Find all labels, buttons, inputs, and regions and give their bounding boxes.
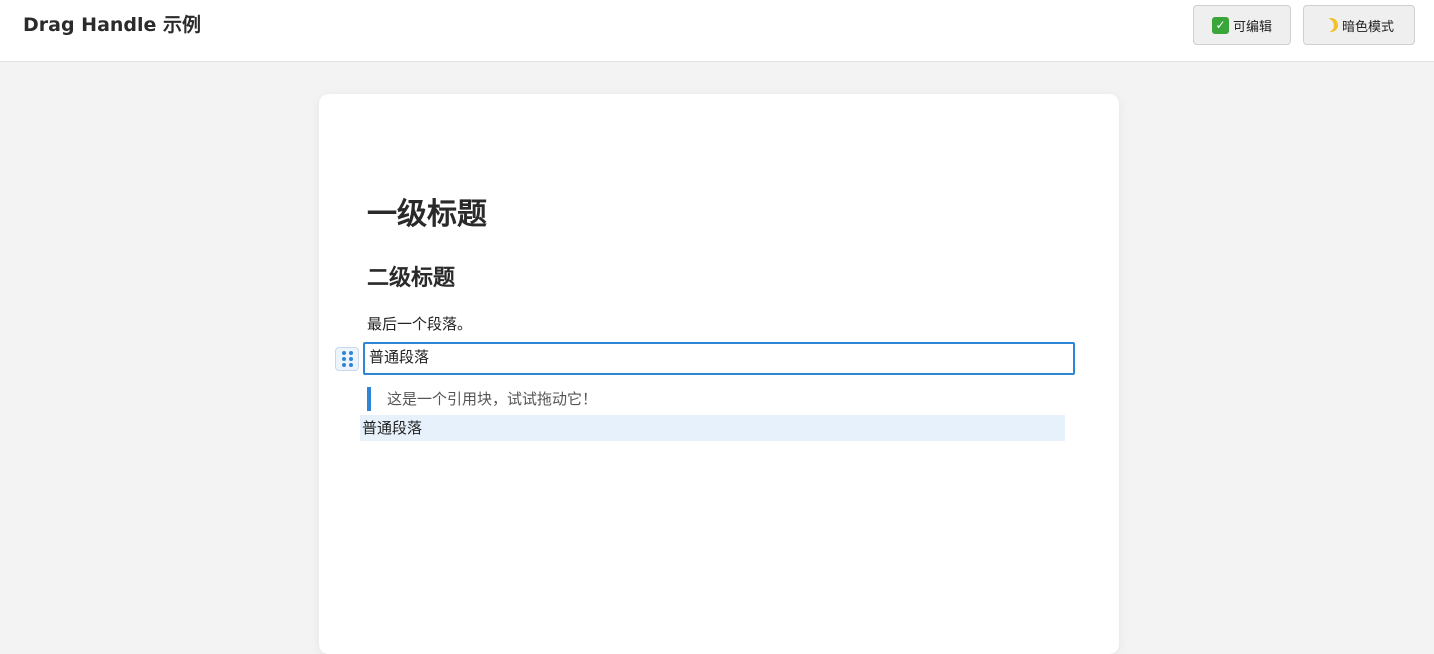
drag-preview: 普通段落 <box>360 415 1065 441</box>
app-title: Drag Handle 示例 <box>23 14 202 36</box>
checkmark-icon: ✓ <box>1211 16 1229 34</box>
drag-handle-icon[interactable] <box>335 347 359 371</box>
editable-toggle-label: 可编辑 <box>1232 19 1272 35</box>
dark-mode-button[interactable]: 暗色模式 <box>1303 5 1415 45</box>
paragraph[interactable]: 最后一个段落。 <box>367 313 472 335</box>
moon-icon <box>1322 16 1340 34</box>
heading-2[interactable]: 二级标题 <box>367 264 455 294</box>
focused-paragraph-block[interactable]: 普通段落 <box>363 342 1075 375</box>
editor-card: 一级标题 二级标题 最后一个段落。 普通段落 这是一个引用块，试试拖动它！ 普通… <box>319 94 1119 654</box>
heading-1[interactable]: 一级标题 <box>367 194 487 236</box>
dark-mode-label: 暗色模式 <box>1341 19 1394 35</box>
blockquote[interactable]: 这是一个引用块，试试拖动它！ <box>367 387 597 411</box>
top-bar: Drag Handle 示例 ✓ 可编辑 暗色模式 <box>0 0 1434 62</box>
editable-toggle-button[interactable]: ✓ 可编辑 <box>1193 5 1291 45</box>
